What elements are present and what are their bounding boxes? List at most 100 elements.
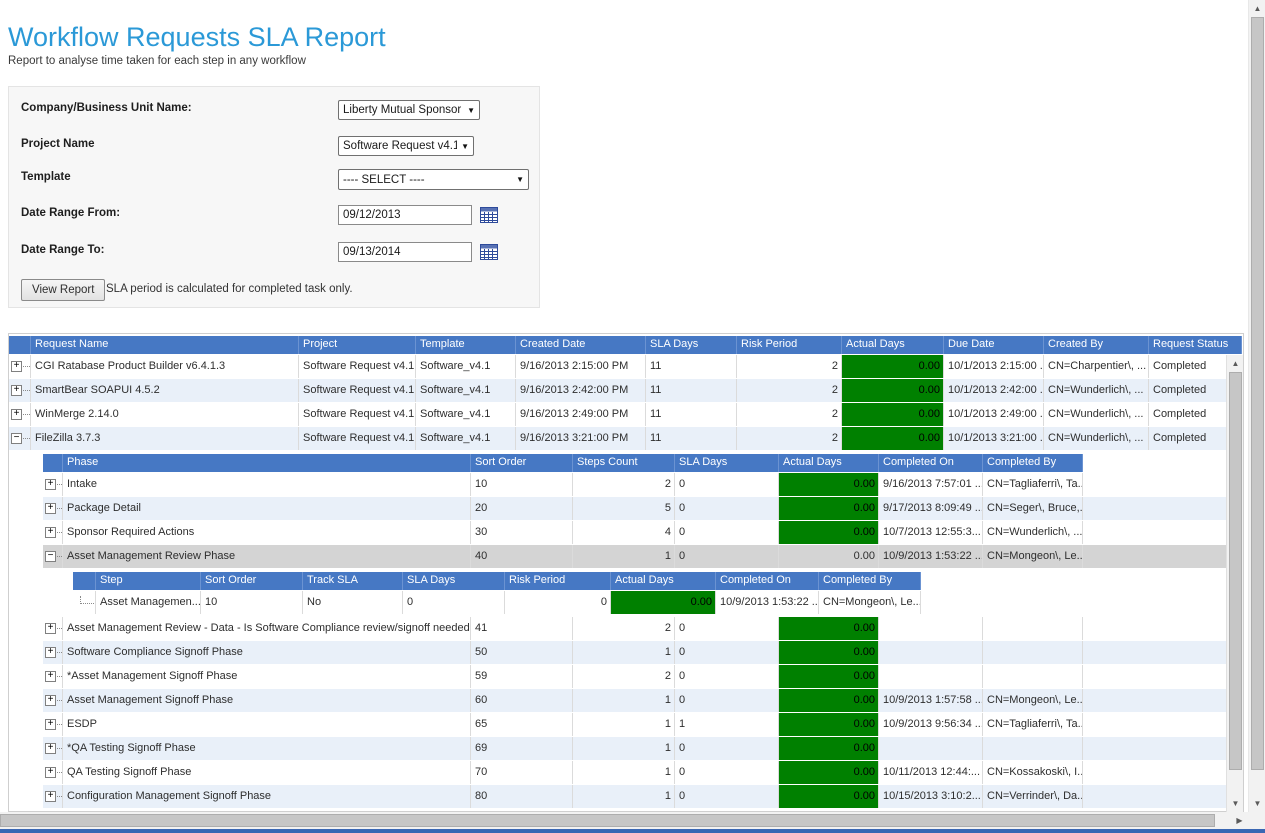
- date-to-input[interactable]: [338, 242, 472, 262]
- cell-name: CGI Ratabase Product Builder v6.4.1.3: [31, 355, 299, 378]
- collapse-icon[interactable]: −: [11, 433, 22, 444]
- phase-row[interactable]: +*Asset Management Signoff Phase59200.00: [43, 665, 1243, 688]
- collapse-icon[interactable]: −: [45, 551, 56, 562]
- scrollbar-thumb[interactable]: [1229, 372, 1242, 770]
- column-header-created-date: Created Date: [516, 336, 646, 354]
- expand-icon[interactable]: +: [45, 479, 56, 490]
- cell-completed-by: CN=Verrinder\, Da...: [983, 785, 1083, 808]
- phase-row[interactable]: +Package Detail20500.009/17/2013 8:09:49…: [43, 497, 1243, 520]
- cell-sort-order: 40: [471, 545, 573, 568]
- cell-due-date: 10/1/2013 2:42:00 ...: [944, 379, 1044, 402]
- cell-completed-by: CN=Tagliaferri\, Ta...: [983, 473, 1083, 496]
- scroll-down-arrow-icon[interactable]: ▼: [1249, 795, 1265, 812]
- column-header-completed-by: Completed By: [819, 572, 921, 590]
- request-row[interactable]: +SmartBear SOAPUI 4.5.2Software Request …: [9, 379, 1243, 402]
- tree-dotted-line: [57, 652, 62, 653]
- calendar-icon[interactable]: [480, 243, 498, 260]
- cell-sla-days: 11: [646, 403, 737, 426]
- request-row[interactable]: −FileZilla 3.7.3Software Request v4.1Sof…: [9, 427, 1243, 450]
- phase-row[interactable]: +Asset Management Signoff Phase60100.001…: [43, 689, 1243, 712]
- cell-project: Software Request v4.1: [299, 403, 416, 426]
- phase-row[interactable]: +Intake10200.009/16/2013 7:57:01 ...CN=T…: [43, 473, 1243, 496]
- column-header-steps-count: Steps Count: [573, 454, 675, 472]
- view-report-button[interactable]: View Report: [21, 279, 105, 301]
- company-select[interactable]: Liberty Mutual Sponsor ▼: [338, 100, 480, 120]
- expand-icon[interactable]: +: [45, 671, 56, 682]
- cell-template: Software_v4.1: [416, 427, 516, 450]
- cell-actual-days: 0.00: [842, 355, 944, 378]
- phase-row[interactable]: +*QA Testing Signoff Phase69100.00: [43, 737, 1243, 760]
- cell-steps-count: 5: [573, 497, 675, 520]
- expand-icon[interactable]: +: [45, 695, 56, 706]
- cell-created-date: 9/16/2013 2:42:00 PM: [516, 379, 646, 402]
- tree-dotted-line: [23, 414, 30, 415]
- scroll-right-arrow-icon[interactable]: ▶: [1231, 812, 1248, 829]
- phase-table: PhaseSort OrderSteps CountSLA DaysActual…: [43, 454, 1243, 808]
- horizontal-scrollbar[interactable]: ▶: [0, 812, 1248, 829]
- cell-completed-on: 9/17/2013 8:09:49 ...: [879, 497, 983, 520]
- cell-phase: Software Compliance Signoff Phase: [63, 641, 471, 664]
- cell-completed-on: [879, 641, 983, 664]
- expand-icon[interactable]: +: [45, 767, 56, 778]
- cell-sort-order: 59: [471, 665, 573, 688]
- expand-cell: +: [43, 761, 63, 784]
- cell-created-by: CN=Charpentier\, ...: [1044, 355, 1149, 378]
- phase-row[interactable]: +Asset Management Review - Data - Is Sof…: [43, 617, 1243, 640]
- expand-icon[interactable]: +: [45, 623, 56, 634]
- cell-steps-count: 1: [573, 545, 675, 568]
- report-table: Request NameProjectTemplateCreated DateS…: [8, 333, 1244, 812]
- template-select[interactable]: ---- SELECT ---- ▼: [338, 169, 529, 190]
- cell-created-date: 9/16/2013 2:15:00 PM: [516, 355, 646, 378]
- project-select-value: Software Request v4.1: [343, 140, 457, 152]
- scroll-up-arrow-icon[interactable]: ▲: [1249, 0, 1265, 17]
- cell-completed-by: [983, 665, 1083, 688]
- report-vertical-scrollbar[interactable]: ▲ ▼: [1226, 355, 1243, 812]
- cell-sort-order: 41: [471, 617, 573, 640]
- request-row[interactable]: +CGI Ratabase Product Builder v6.4.1.3So…: [9, 355, 1243, 378]
- expand-icon[interactable]: +: [45, 743, 56, 754]
- cell-sla-days: 0: [675, 521, 779, 544]
- expand-icon[interactable]: +: [45, 719, 56, 730]
- expand-icon[interactable]: +: [11, 361, 22, 372]
- cell-phase: Intake: [63, 473, 471, 496]
- expand-cell: +: [9, 403, 31, 426]
- template-label: Template: [21, 171, 71, 183]
- phase-row[interactable]: −Asset Management Review Phase40100.0010…: [43, 545, 1243, 568]
- tree-dotted-line: [57, 628, 62, 629]
- scrollbar-thumb[interactable]: [1251, 17, 1264, 770]
- chevron-down-icon: ▼: [467, 106, 475, 115]
- phase-row[interactable]: +Configuration Management Signoff Phase8…: [43, 785, 1243, 808]
- expand-icon[interactable]: +: [45, 791, 56, 802]
- phase-row[interactable]: +Software Compliance Signoff Phase50100.…: [43, 641, 1243, 664]
- filter-panel: Company/Business Unit Name: Liberty Mutu…: [8, 86, 540, 308]
- phase-row[interactable]: +Sponsor Required Actions30400.0010/7/20…: [43, 521, 1243, 544]
- phase-row[interactable]: +ESDP65110.0010/9/2013 9:56:34 ...CN=Tag…: [43, 713, 1243, 736]
- calendar-icon[interactable]: [480, 206, 498, 223]
- request-row[interactable]: +WinMerge 2.14.0Software Request v4.1Sof…: [9, 403, 1243, 426]
- project-select[interactable]: Software Request v4.1 ▼: [338, 136, 474, 156]
- column-header-name: Request Name: [31, 336, 299, 354]
- cell-sla-days: 0: [403, 591, 505, 614]
- scrollbar-thumb[interactable]: [0, 814, 1215, 827]
- scroll-up-arrow-icon[interactable]: ▲: [1227, 355, 1244, 372]
- tree-dotted-line: [57, 508, 62, 509]
- cell-created-date: 9/16/2013 3:21:00 PM: [516, 427, 646, 450]
- expand-cell: −: [43, 545, 63, 568]
- date-from-input[interactable]: [338, 205, 472, 225]
- cell-created-by: CN=Wunderlich\, ...: [1044, 427, 1149, 450]
- page-vertical-scrollbar[interactable]: ▲ ▼: [1248, 0, 1265, 812]
- tree-dotted-line: [57, 772, 62, 773]
- cell-phase: Asset Management Signoff Phase: [63, 689, 471, 712]
- expand-icon[interactable]: +: [45, 527, 56, 538]
- cell-actual-days: 0.00: [611, 591, 716, 614]
- expand-icon[interactable]: +: [45, 503, 56, 514]
- expand-icon[interactable]: +: [11, 385, 22, 396]
- expand-icon[interactable]: +: [11, 409, 22, 420]
- cell-due-date: 10/1/2013 2:49:00 ...: [944, 403, 1044, 426]
- scroll-down-arrow-icon[interactable]: ▼: [1227, 795, 1244, 812]
- phase-row[interactable]: +QA Testing Signoff Phase70100.0010/11/2…: [43, 761, 1243, 784]
- step-row[interactable]: Asset Managemen...10No000.0010/9/2013 1:…: [73, 591, 1243, 614]
- expand-icon[interactable]: +: [45, 647, 56, 658]
- cell-actual-days: 0.00: [779, 641, 879, 664]
- column-header-completed-on: Completed On: [716, 572, 819, 590]
